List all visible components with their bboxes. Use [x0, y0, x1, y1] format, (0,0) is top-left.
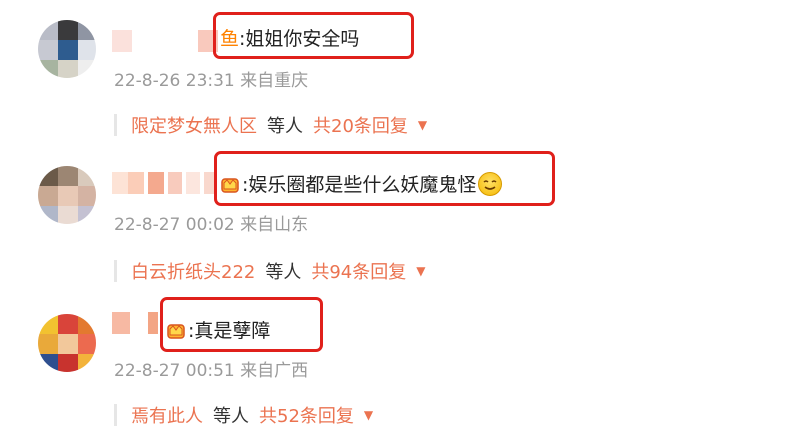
- reply-divider: [114, 260, 117, 282]
- reply-count-link[interactable]: 共94条回复: [311, 258, 406, 284]
- comment-text-line: 鱼 :姐姐你安全吗: [220, 24, 359, 51]
- reply-user-link[interactable]: 焉有此人: [131, 402, 203, 428]
- reply-mid-text: 等人: [213, 406, 249, 427]
- comment-text-line: :真是孽障: [166, 316, 270, 343]
- username-blurred[interactable]: [112, 30, 222, 52]
- comment-meta: 22-8-27 00:02 来自山东: [114, 215, 309, 235]
- comment-text-line: :娱乐圈都是些什么妖魔鬼怪: [220, 170, 503, 197]
- comment-text: :真是孽障: [188, 320, 271, 342]
- comment-meta: 22-8-27 00:51 来自广西: [114, 361, 309, 381]
- username-blurred[interactable]: [112, 312, 162, 334]
- caret-down-icon[interactable]: ▼: [364, 408, 373, 422]
- reply-summary[interactable]: 焉有此人 等人 共52条回复 ▼: [114, 402, 373, 428]
- reply-summary[interactable]: 白云折纸头222 等人 共94条回复 ▼: [114, 258, 426, 284]
- reply-user-link[interactable]: 限定梦女無人区: [131, 112, 257, 138]
- username-suffix[interactable]: 鱼: [220, 24, 239, 51]
- reply-divider: [114, 404, 117, 426]
- crown-icon: [220, 174, 240, 194]
- reply-mid-text: 等人: [267, 116, 303, 137]
- caret-down-icon[interactable]: ▼: [418, 118, 427, 132]
- username-blurred[interactable]: [112, 172, 217, 194]
- reply-count-link[interactable]: 共20条回复: [313, 112, 408, 138]
- dizzy-smile-icon: [478, 171, 503, 196]
- avatar[interactable]: [38, 314, 96, 372]
- caret-down-icon[interactable]: ▼: [416, 264, 425, 278]
- avatar[interactable]: [38, 20, 96, 78]
- avatar[interactable]: [38, 166, 96, 224]
- reply-summary[interactable]: 限定梦女無人区 等人 共20条回复 ▼: [114, 112, 427, 138]
- comment-text: :姐姐你安全吗: [239, 28, 360, 50]
- reply-mid-text: 等人: [265, 262, 302, 283]
- comment-meta: 22-8-26 23:31 来自重庆: [114, 71, 309, 91]
- reply-count-link[interactable]: 共52条回复: [259, 402, 354, 428]
- reply-user-link[interactable]: 白云折纸头222: [131, 258, 255, 284]
- reply-divider: [114, 114, 117, 136]
- crown-icon: [166, 320, 186, 340]
- comment-text: :娱乐圈都是些什么妖魔鬼怪: [242, 174, 477, 196]
